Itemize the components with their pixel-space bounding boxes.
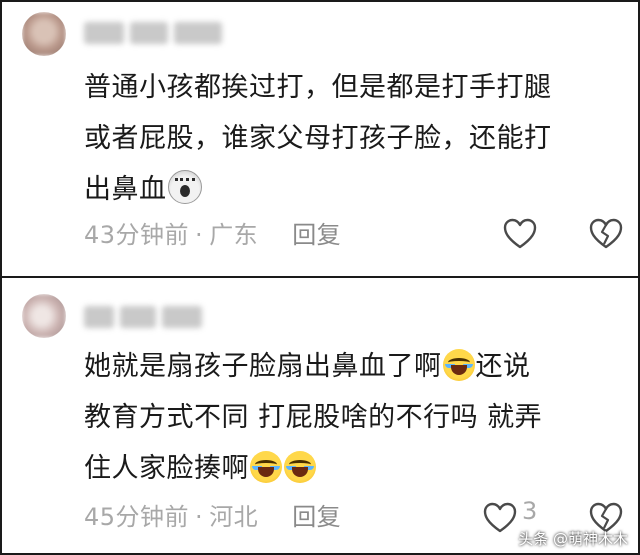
username-blurred[interactable]: [84, 306, 204, 330]
comment-text-line: 或者屁股，谁家父母打孩子脸，还能打: [84, 123, 552, 154]
comment-text-line: 还说: [475, 351, 531, 382]
like-count: 3: [522, 497, 538, 525]
comment-time: 43分钟前: [84, 221, 190, 249]
comment-item: 她就是扇孩子脸扇出鼻血了啊 还说 教育方式不同 打屁股啥的不行吗 就弄 住人家脸揍…: [0, 283, 640, 555]
comment-meta: 45分钟前 · 河北 回复: [84, 497, 341, 532]
comment-divider: [2, 276, 638, 278]
comment-text-line: 普通小孩都挨过打，但是都是打手打腿: [84, 72, 552, 103]
heart-outline-icon[interactable]: [503, 218, 537, 250]
laughing-crying-emoji-icon: [284, 451, 316, 483]
broken-heart-icon[interactable]: [589, 218, 623, 250]
reply-button[interactable]: 回复: [292, 221, 341, 249]
comment-location: 广东: [209, 221, 259, 249]
shocked-emoji-icon: [167, 170, 202, 204]
reply-button[interactable]: 回复: [292, 503, 341, 531]
comment-text-line: 住人家脸揍啊: [84, 453, 249, 484]
watermark: 头条 @萌神木木: [518, 530, 628, 548]
comment-location: 河北: [209, 503, 259, 531]
avatar[interactable]: [22, 294, 66, 338]
separator: ·: [195, 221, 204, 249]
comment-text: 她就是扇孩子脸扇出鼻血了啊 还说 教育方式不同 打屁股啥的不行吗 就弄 住人家脸揍…: [84, 341, 624, 494]
laughing-crying-emoji-icon: [250, 451, 282, 483]
username-blurred[interactable]: [84, 22, 224, 46]
comment-text-line: 她就是扇孩子脸扇出鼻血了啊: [84, 351, 442, 382]
heart-outline-icon[interactable]: [483, 502, 517, 534]
comment-text-line: 教育方式不同 打屁股啥的不行吗 就弄: [84, 402, 543, 433]
laughing-crying-emoji-icon: [442, 349, 475, 381]
comment-text-line: 出鼻血: [84, 174, 167, 205]
separator: ·: [195, 503, 204, 531]
comment-text: 普通小孩都挨过打，但是都是打手打腿 或者屁股，谁家父母打孩子脸，还能打 出鼻血: [84, 62, 624, 215]
comment-item: 普通小孩都挨过打，但是都是打手打腿 或者屁股，谁家父母打孩子脸，还能打 出鼻血 …: [0, 0, 640, 272]
avatar[interactable]: [22, 12, 66, 56]
comment-time: 45分钟前: [84, 503, 190, 531]
comment-meta: 43分钟前 · 广东 回复: [84, 215, 341, 250]
